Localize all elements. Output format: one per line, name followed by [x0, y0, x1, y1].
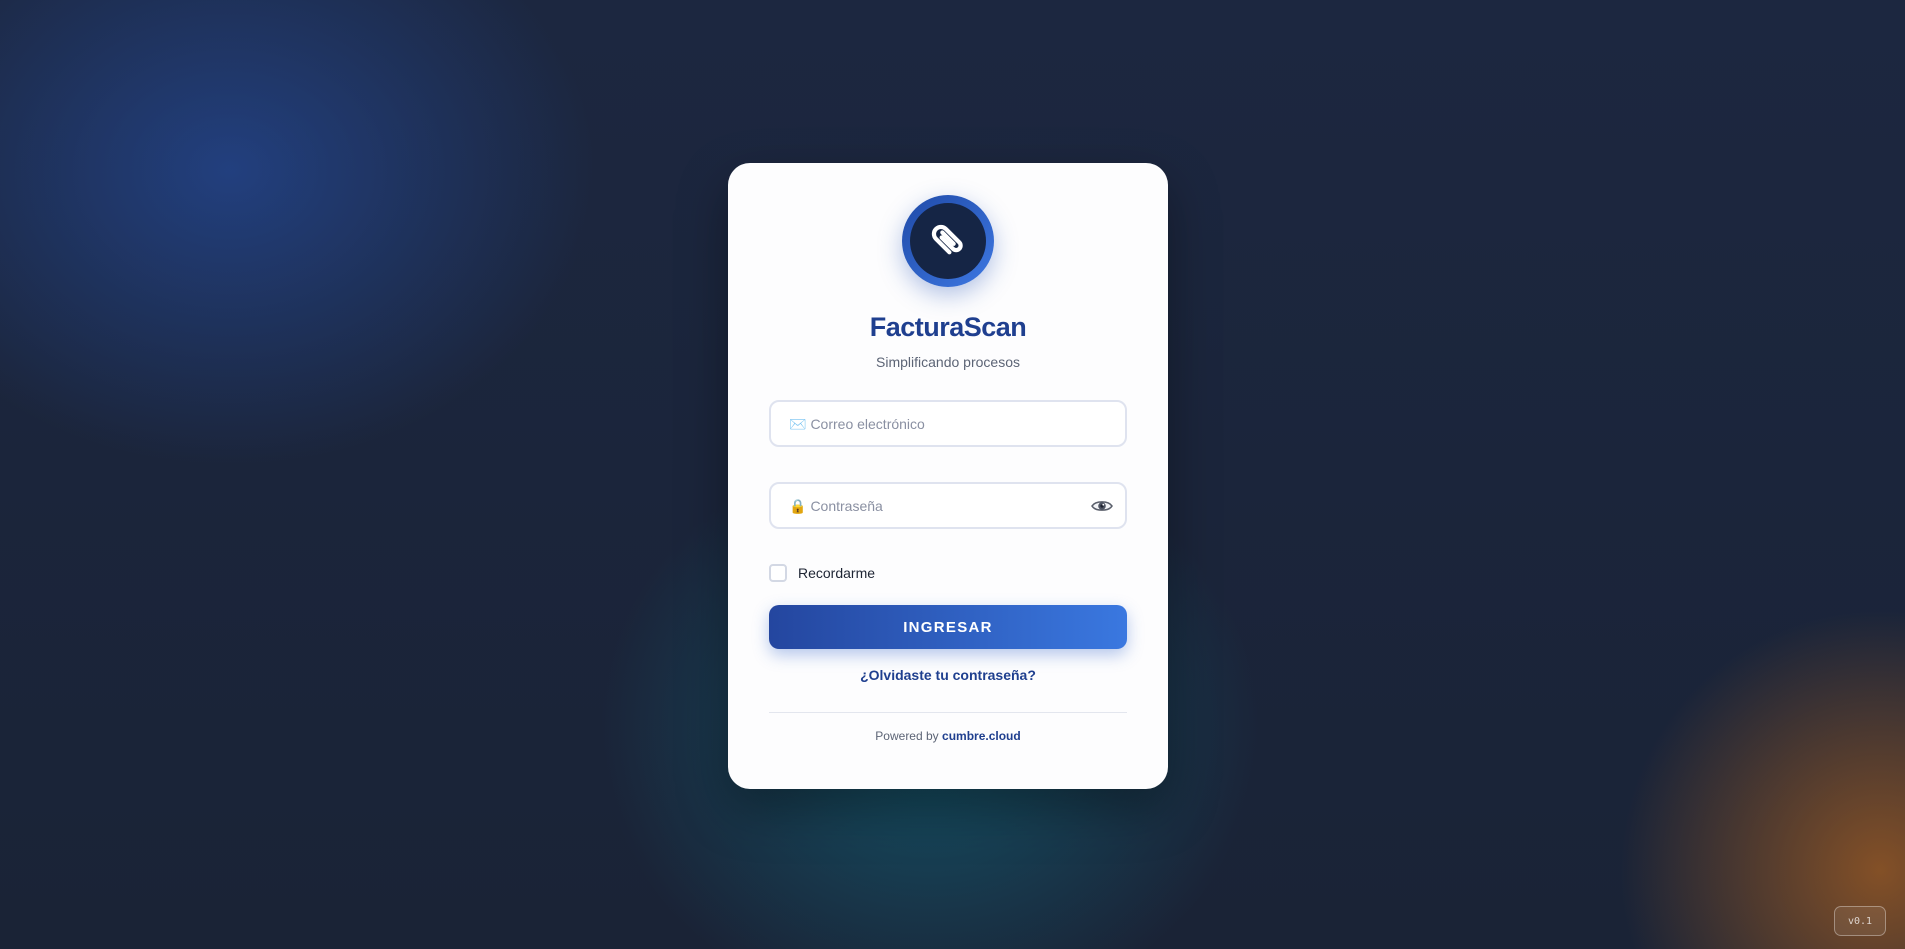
- forgot-password-link[interactable]: ¿Olvidaste tu contraseña?: [769, 667, 1127, 683]
- divider: [769, 712, 1127, 713]
- password-field[interactable]: 🔒: [769, 482, 1127, 529]
- password-input[interactable]: [810, 497, 1107, 514]
- app-title: FacturaScan: [869, 312, 1027, 342]
- remember-me-label[interactable]: Recordarme: [798, 565, 875, 581]
- email-field[interactable]: ✉️: [769, 400, 1127, 447]
- eye-icon[interactable]: [1091, 498, 1113, 514]
- version-badge: v0.1: [1834, 906, 1886, 936]
- paperclip-icon: [910, 203, 986, 279]
- powered-by: Powered by cumbre.cloud: [769, 729, 1127, 743]
- login-card: FacturaScan Simplificando procesos ✉️ 🔒 …: [728, 163, 1168, 789]
- login-button[interactable]: INGRESAR: [769, 605, 1127, 649]
- remember-me: Recordarme: [769, 563, 1127, 583]
- powered-by-brand[interactable]: cumbre.cloud: [942, 729, 1021, 743]
- email-icon: ✉️: [789, 415, 807, 432]
- app-tagline: Simplificando procesos: [876, 354, 1020, 370]
- app-logo: [902, 195, 994, 287]
- lock-icon: 🔒: [789, 497, 807, 514]
- email-input[interactable]: [810, 415, 1107, 432]
- powered-by-prefix: Powered by: [875, 729, 939, 743]
- remember-me-checkbox[interactable]: [769, 564, 787, 582]
